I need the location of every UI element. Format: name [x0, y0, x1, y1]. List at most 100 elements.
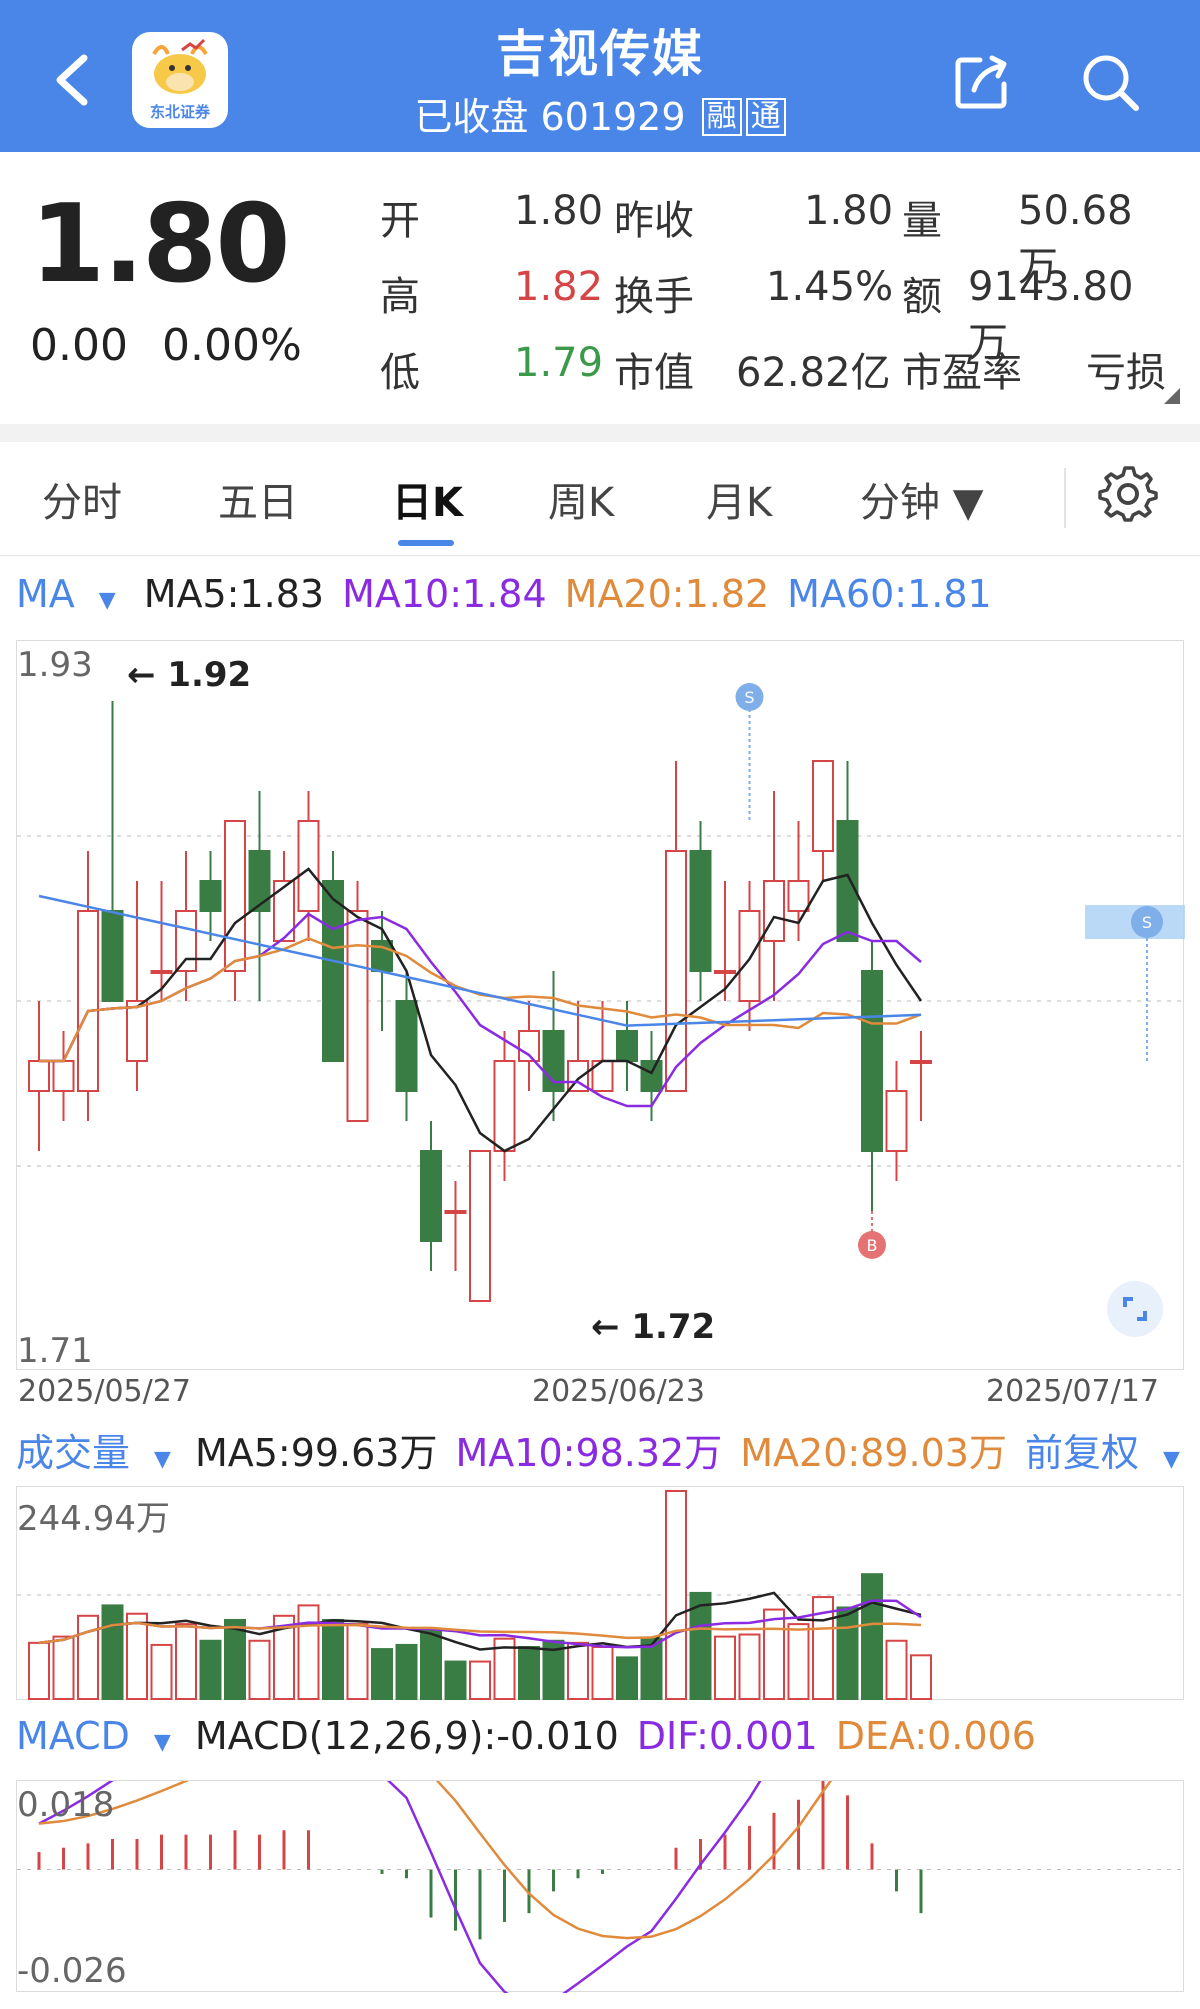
tab-daily-k[interactable]: 日K — [392, 470, 463, 528]
macd-legend: MACD ▼ MACD(12,26,9):-0.010 DIF:0.001 DEA:0.… — [16, 1714, 1054, 1758]
volume-bar — [248, 1639, 271, 1700]
adjust-label: 前复权 — [1024, 1431, 1139, 1475]
candle-body — [101, 910, 124, 1002]
pe-value: 亏损 — [1086, 350, 1166, 396]
volume-bar — [885, 1639, 908, 1700]
change-value: 0.00 — [30, 320, 128, 371]
candle-body — [175, 910, 197, 972]
open-value: 1.80 — [514, 188, 604, 234]
tab-weekly-k[interactable]: 周K — [548, 470, 614, 528]
caret-down-icon: ▼ — [153, 1730, 171, 1755]
stock-name: 吉视传媒 — [496, 25, 704, 83]
candle-body — [836, 820, 859, 942]
tab-five-day[interactable]: 五日 — [218, 470, 298, 528]
last-price: 1.80 — [30, 182, 290, 307]
candle-body — [420, 1150, 442, 1242]
ma5-value: MA5:1.83 — [143, 572, 325, 616]
ma10-value: MA10:1.84 — [342, 572, 547, 616]
vol-ma20: MA20:89.03万 — [740, 1431, 1007, 1475]
stock-subtitle: 已收盘 601929 融通 — [0, 86, 1200, 141]
ma20-value: MA20:1.82 — [564, 572, 770, 616]
caret-down-icon: ▼ — [1162, 1447, 1180, 1472]
date-mid: 2025/06/23 — [532, 1374, 705, 1409]
vol-ma10: MA10:98.32万 — [455, 1431, 723, 1475]
high-value: 1.82 — [514, 264, 604, 310]
turnover-value: 1.45% — [766, 264, 894, 310]
macd-chart[interactable]: 0.018 -0.026 — [16, 1619, 1185, 2009]
volume-bar — [420, 1629, 442, 1700]
tab-monthly-k[interactable]: 月K — [706, 470, 772, 528]
section-divider — [0, 424, 1200, 442]
fullscreen-icon[interactable] — [1107, 1281, 1163, 1337]
candle-body — [52, 1060, 75, 1092]
caret-down-icon: ▼ — [98, 588, 116, 613]
volume-bar — [199, 1639, 222, 1700]
gear-icon[interactable] — [1098, 464, 1158, 524]
volume-bar — [763, 1608, 785, 1700]
volume-bar — [910, 1654, 932, 1701]
pe-label: 市盈率 — [902, 350, 1022, 396]
connect-tag: 通 — [745, 98, 786, 136]
sell-signal-text: S — [744, 688, 754, 707]
volume-bar — [444, 1660, 467, 1700]
volume-chart[interactable]: 244.94万 — [16, 1486, 1185, 1701]
volume-bar — [836, 1606, 859, 1700]
prev-close-value: 1.80 — [804, 188, 894, 234]
candle-body — [616, 1030, 638, 1062]
kline-y-min: 1.71 — [17, 1331, 93, 1371]
ma-label: MA — [16, 572, 75, 616]
candle-body — [199, 880, 222, 912]
quote-panel: 1.80 0.00 0.00% 开 1.80 昨收 1.80 量 50.68万 … — [0, 152, 1200, 424]
adjust-selector[interactable]: 前复权 ▼ — [1025, 1431, 1198, 1475]
ma60-line — [38, 894, 922, 1027]
volume-selector[interactable]: 成交量 ▼ — [16, 1431, 177, 1475]
ma-legend: MA ▼ MA5:1.83 MA10:1.84 MA20:1.82 MA60:1.81 — [16, 572, 1010, 616]
candle-body — [910, 1060, 932, 1064]
candle-body — [665, 850, 687, 1092]
low-value: 1.79 — [514, 340, 604, 386]
buy-signal-text: B — [867, 1236, 878, 1255]
volume-bar — [52, 1635, 75, 1701]
volume-bar — [346, 1623, 369, 1700]
expand-corner-icon[interactable] — [1164, 388, 1180, 404]
macd-y-max: 0.018 — [17, 1785, 115, 1825]
low-marker: ← 1.72 — [591, 1307, 716, 1347]
change-percent: 0.00% — [161, 320, 302, 371]
tab-minute[interactable]: 分钟 ▼ — [860, 470, 983, 528]
candle-body — [885, 1090, 908, 1152]
volume-bar — [126, 1612, 148, 1700]
volume-bar — [518, 1646, 540, 1700]
volume-bar — [322, 1618, 344, 1701]
volume-bar — [175, 1623, 197, 1700]
share-icon[interactable] — [950, 50, 1014, 114]
candle-body — [493, 1060, 516, 1152]
candle-body — [248, 850, 271, 912]
candle-body — [395, 1000, 418, 1092]
candle-body — [150, 970, 173, 974]
margin-tag: 融 — [701, 98, 742, 136]
candle-body — [812, 760, 834, 852]
tab-intraday[interactable]: 分时 — [42, 470, 122, 528]
macd-selector[interactable]: MACD ▼ — [16, 1714, 177, 1758]
volume-bar — [395, 1643, 418, 1700]
volume-legend: 成交量 ▼ MA5:99.63万 MA10:98.32万 MA20:89.03万 前复权 ▼ — [16, 1422, 1200, 1477]
volume-bar — [591, 1646, 614, 1700]
volume-bar — [665, 1490, 687, 1700]
macd-value: MACD(12,26,9):-0.010 — [194, 1714, 619, 1758]
market-status: 已收盘 — [414, 95, 529, 139]
volume-y-max: 244.94万 — [17, 1499, 170, 1539]
search-icon[interactable] — [1078, 50, 1142, 114]
candle-body — [126, 1000, 148, 1062]
ma-selector[interactable]: MA ▼ — [16, 572, 126, 616]
macd-svg — [17, 1619, 1185, 2009]
prev-close-label: 昨收 — [614, 198, 694, 244]
volume-bar — [714, 1635, 736, 1701]
kline-chart[interactable]: S B S 1.93 1.71 ← 1.92 ← 1.72 — [16, 640, 1185, 1371]
macd-y-min: -0.026 — [17, 1951, 127, 1991]
candle-body — [224, 820, 246, 972]
candle-body — [689, 850, 712, 972]
dif-value: DIF:0.001 — [636, 1714, 818, 1758]
candle-body — [763, 880, 785, 942]
candle-body — [469, 1150, 491, 1302]
macd-label: MACD — [16, 1714, 130, 1758]
